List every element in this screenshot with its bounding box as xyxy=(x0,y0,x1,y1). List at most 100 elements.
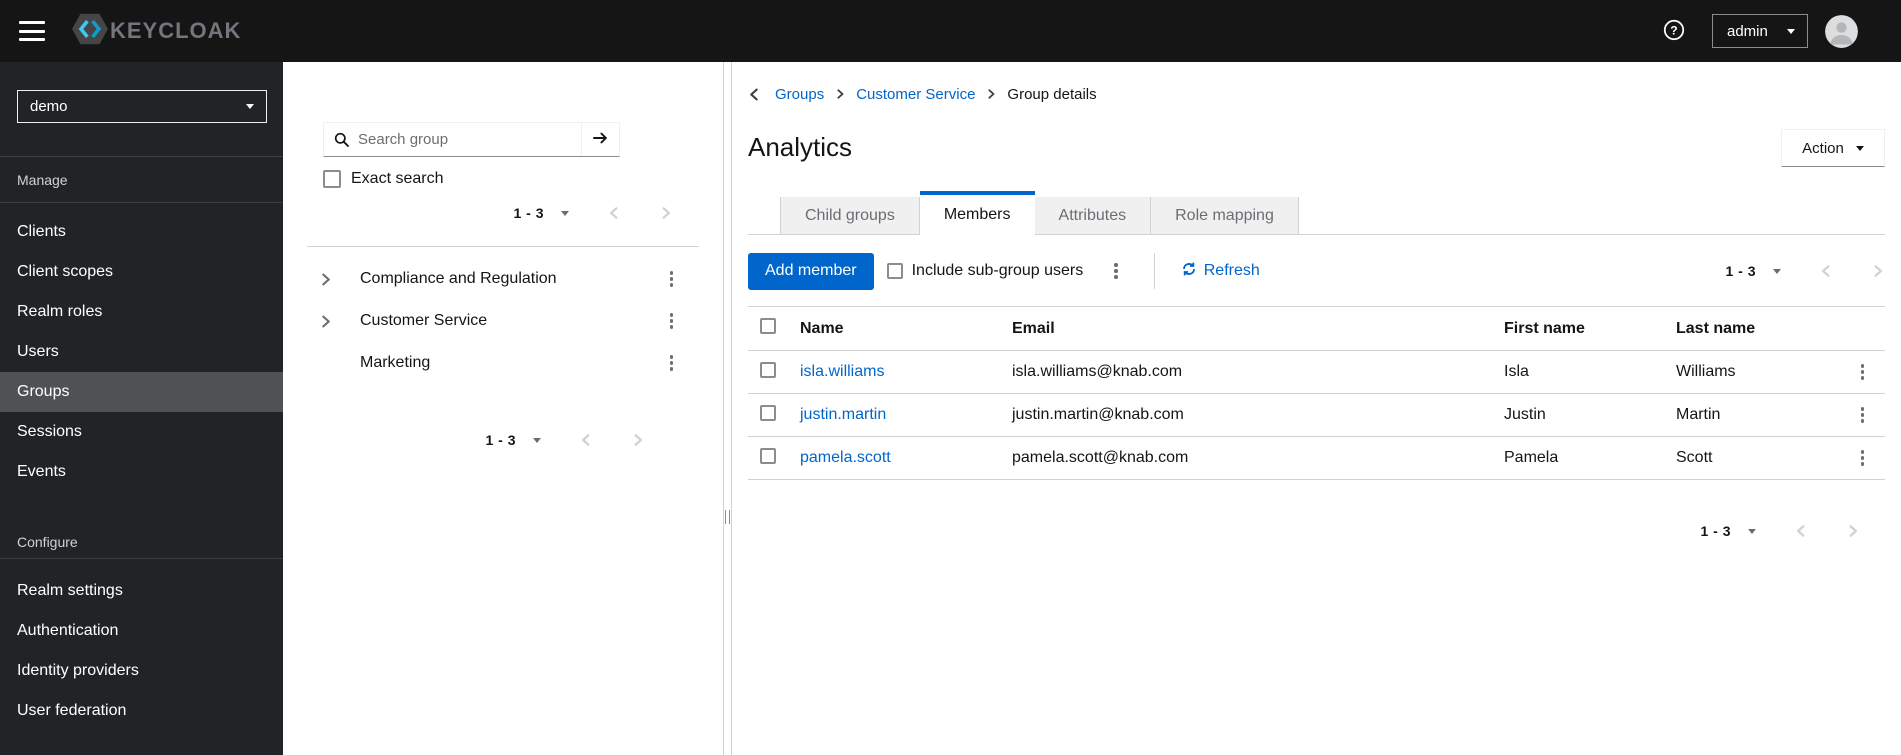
group-details-page: Groups Customer Service Group details An… xyxy=(732,62,1901,755)
prev-page-button[interactable] xyxy=(579,433,593,447)
kebab-menu-icon[interactable] xyxy=(1857,360,1869,384)
help-icon[interactable]: ? xyxy=(1662,19,1686,43)
exact-search-label[interactable]: Exact search xyxy=(351,170,443,188)
chevron-right-icon[interactable] xyxy=(305,259,345,299)
tree-pagination-top: 1 - 3 xyxy=(283,200,723,226)
sidebar-item-client-scopes[interactable]: Client scopes xyxy=(0,252,283,292)
sidebar-item-authentication[interactable]: Authentication xyxy=(0,611,283,651)
next-page-button[interactable] xyxy=(659,206,673,220)
user-menu-dropdown[interactable]: admin xyxy=(1712,14,1808,48)
members-table: Name Email First name Last name isla.wil… xyxy=(748,306,1885,480)
member-first-name: Pamela xyxy=(1492,436,1664,480)
pagination-range: 1 - 3 xyxy=(485,432,516,448)
kebab-menu-icon[interactable] xyxy=(1110,259,1122,283)
kebab-menu-icon[interactable] xyxy=(666,267,678,291)
sidebar-item-clients[interactable]: Clients xyxy=(0,212,283,252)
sidebar-item-identity-providers[interactable]: Identity providers xyxy=(0,651,283,691)
per-page-toggle[interactable]: 1 - 3 xyxy=(1725,263,1781,279)
group-name[interactable]: Marketing xyxy=(360,354,430,372)
chevron-right-icon xyxy=(986,89,996,99)
row-checkbox[interactable] xyxy=(760,361,776,378)
member-first-name: Justin xyxy=(1492,393,1664,437)
group-name[interactable]: Customer Service xyxy=(360,312,487,330)
refresh-button[interactable]: Refresh xyxy=(1181,261,1260,282)
member-username-link[interactable]: justin.martin xyxy=(800,406,886,423)
caret-down-icon xyxy=(1855,145,1864,151)
caret-down-icon xyxy=(1773,268,1781,274)
sidebar-item-events[interactable]: Events xyxy=(0,452,283,492)
include-subgroup-users-checkbox[interactable] xyxy=(886,263,903,279)
sidebar-item-realm-roles[interactable]: Realm roles xyxy=(0,292,283,332)
chevron-right-icon xyxy=(835,89,845,99)
caret-down-icon xyxy=(1787,28,1795,34)
keycloak-logo[interactable]: KEYCLOAK xyxy=(71,12,241,51)
sidebar-item-user-federation[interactable]: User federation xyxy=(0,691,283,731)
tab-child-groups[interactable]: Child groups xyxy=(780,197,920,234)
row-checkbox[interactable] xyxy=(760,447,776,464)
table-header-row: Name Email First name Last name xyxy=(748,306,1885,351)
breadcrumb-customer-service-link[interactable]: Customer Service xyxy=(856,86,975,103)
group-search-input[interactable] xyxy=(324,123,581,156)
group-name[interactable]: Compliance and Regulation xyxy=(360,270,557,288)
next-page-button[interactable] xyxy=(1846,524,1860,538)
sidebar-item-groups[interactable]: Groups xyxy=(0,372,283,412)
member-first-name: Isla xyxy=(1492,350,1664,394)
column-header-name: Name xyxy=(788,306,1000,351)
masthead: KEYCLOAK ? admin xyxy=(0,0,1901,62)
next-page-button[interactable] xyxy=(1871,264,1885,278)
include-subgroup-users-label[interactable]: Include sub-group users xyxy=(912,262,1084,280)
realm-selector[interactable]: demo xyxy=(17,90,267,123)
members-pagination-bottom: 1 - 3 xyxy=(748,518,1885,544)
row-checkbox[interactable] xyxy=(760,404,776,421)
panel-resizer[interactable] xyxy=(723,62,732,755)
brand-name: KEYCLOAK xyxy=(110,18,242,43)
kebab-menu-icon[interactable] xyxy=(666,351,678,375)
group-tree: Compliance and Regulation Customer Servi… xyxy=(283,247,723,384)
select-all-checkbox[interactable] xyxy=(760,318,776,334)
add-member-button[interactable]: Add member xyxy=(748,252,874,290)
next-page-button[interactable] xyxy=(631,433,645,447)
resizer-grip-icon xyxy=(725,510,730,524)
search-submit-button[interactable] xyxy=(581,123,619,156)
kebab-menu-icon[interactable] xyxy=(1857,403,1869,427)
prev-page-button[interactable] xyxy=(607,206,621,220)
per-page-toggle[interactable]: 1 - 3 xyxy=(485,432,541,448)
member-username-link[interactable]: pamela.scott xyxy=(800,449,891,466)
pagination-range: 1 - 3 xyxy=(513,205,544,221)
member-username-link[interactable]: isla.williams xyxy=(800,363,884,380)
breadcrumb-groups-link[interactable]: Groups xyxy=(775,86,824,103)
tab-members[interactable]: Members xyxy=(919,191,1035,235)
sidebar-item-realm-settings[interactable]: Realm settings xyxy=(0,571,283,611)
sidebar-item-sessions[interactable]: Sessions xyxy=(0,412,283,452)
caret-down-icon xyxy=(533,437,541,443)
kebab-menu-icon[interactable] xyxy=(666,309,678,333)
kebab-menu-icon[interactable] xyxy=(1857,446,1869,470)
nav-section-manage: Manage xyxy=(0,157,283,203)
member-email: isla.williams@knab.com xyxy=(1000,350,1492,394)
pagination-range: 1 - 3 xyxy=(1725,263,1756,279)
svg-text:?: ? xyxy=(1670,23,1677,37)
keycloak-admin-console: KEYCLOAK ? admin demo Manage Clients Cli… xyxy=(0,0,1901,755)
user-name: admin xyxy=(1727,22,1768,40)
search-icon xyxy=(334,132,350,153)
action-dropdown-button[interactable]: Action xyxy=(1781,129,1885,167)
table-row: justin.martin justin.martin@knab.com Jus… xyxy=(748,393,1885,437)
per-page-toggle[interactable]: 1 - 3 xyxy=(1700,523,1756,539)
exact-search-checkbox[interactable] xyxy=(323,170,341,188)
group-tree-panel: Exact search 1 - 3 xyxy=(283,62,723,755)
column-header-email: Email xyxy=(1000,306,1492,351)
per-page-toggle[interactable]: 1 - 3 xyxy=(513,205,569,221)
prev-page-button[interactable] xyxy=(1794,524,1808,538)
nav-toggle-icon[interactable] xyxy=(19,21,45,41)
chevron-right-icon[interactable] xyxy=(305,301,345,341)
tab-attributes[interactable]: Attributes xyxy=(1034,197,1152,234)
divider xyxy=(1153,253,1155,289)
member-email: justin.martin@knab.com xyxy=(1000,393,1492,437)
tree-item-compliance-and-regulation: Compliance and Regulation xyxy=(283,258,723,300)
prev-page-button[interactable] xyxy=(1819,264,1833,278)
tab-role-mapping[interactable]: Role mapping xyxy=(1151,197,1299,234)
sidebar-item-users[interactable]: Users xyxy=(0,332,283,372)
chevron-left-icon[interactable] xyxy=(748,88,761,101)
member-last-name: Williams xyxy=(1664,350,1840,394)
caret-down-icon xyxy=(1748,528,1756,534)
